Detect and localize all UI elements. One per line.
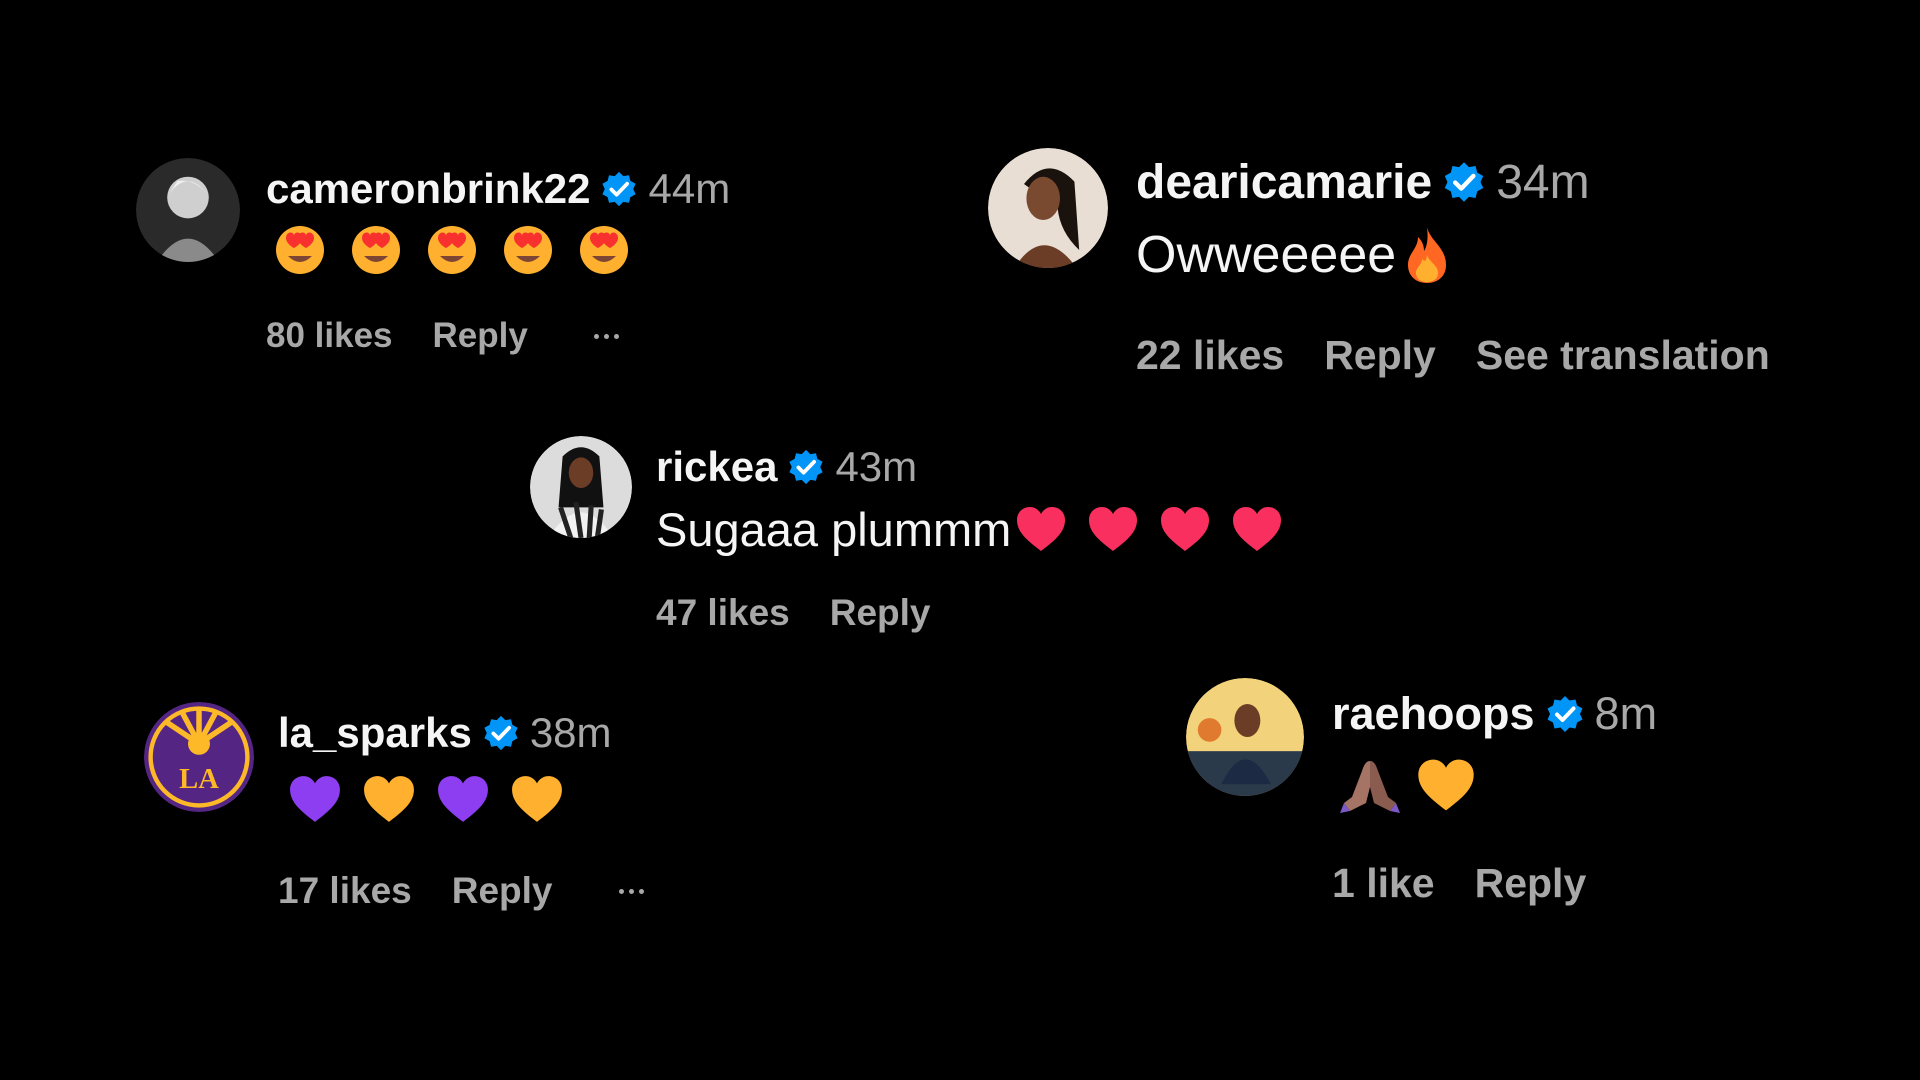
comment-text: Owweeeee (1136, 226, 1397, 284)
verified-badge-icon (482, 714, 520, 752)
avatar[interactable] (136, 158, 240, 262)
likes-count[interactable]: 1 like (1332, 860, 1435, 907)
reply-button[interactable]: Reply (1475, 860, 1587, 907)
likes-count[interactable]: 47 likes (656, 592, 790, 634)
reply-button[interactable]: Reply (452, 870, 553, 912)
more-options-icon[interactable] (593, 333, 619, 339)
yellow-heart-emoji-icon (510, 774, 564, 824)
likes-count[interactable]: 80 likes (266, 316, 393, 356)
avatar[interactable]: LA (144, 702, 254, 812)
yellow-heart-emoji-icon (362, 774, 416, 824)
verified-badge-icon (787, 448, 825, 486)
avatar[interactable] (988, 148, 1108, 268)
timestamp: 8m (1594, 688, 1658, 739)
see-translation-button[interactable]: See translation (1476, 332, 1770, 379)
heart-eyes-emoji-icon (500, 220, 556, 276)
red-heart-emoji-icon (1159, 505, 1211, 553)
purple-heart-emoji-icon (436, 774, 490, 824)
timestamp: 44m (648, 165, 731, 212)
purple-heart-emoji-icon (288, 774, 342, 824)
timestamp: 34m (1496, 155, 1590, 209)
comment-text: Sugaaa plummm (656, 502, 1012, 556)
more-options-icon[interactable] (618, 888, 644, 894)
avatar[interactable] (530, 436, 632, 538)
fire-emoji-icon (1400, 225, 1454, 285)
username[interactable]: cameronbrink22 (266, 165, 590, 213)
reply-button[interactable]: Reply (830, 592, 931, 634)
heart-eyes-emoji-icon (348, 220, 404, 276)
verified-badge-icon (1442, 160, 1486, 204)
timestamp: 38m (529, 709, 612, 756)
heart-eyes-emoji-icon (424, 220, 480, 276)
username[interactable]: la_sparks (278, 709, 472, 757)
reply-button[interactable]: Reply (433, 316, 528, 356)
verified-badge-icon (1545, 694, 1585, 734)
likes-count[interactable]: 22 likes (1136, 332, 1284, 379)
yellow-heart-emoji-icon (1416, 757, 1476, 813)
red-heart-emoji-icon (1015, 505, 1067, 553)
reply-button[interactable]: Reply (1324, 332, 1436, 379)
username[interactable]: dearicamarie (1136, 155, 1432, 210)
folded-hands-emoji-icon (1340, 757, 1400, 813)
avatar[interactable] (1186, 678, 1304, 796)
username[interactable]: raehoops (1332, 688, 1535, 740)
timestamp: 43m (835, 443, 918, 490)
likes-count[interactable]: 17 likes (278, 870, 412, 912)
verified-badge-icon (600, 170, 638, 208)
red-heart-emoji-icon (1087, 505, 1139, 553)
username[interactable]: rickea (656, 443, 777, 491)
red-heart-emoji-icon (1231, 505, 1283, 553)
heart-eyes-emoji-icon (272, 220, 328, 276)
heart-eyes-emoji-icon (576, 220, 632, 276)
svg-text:LA: LA (179, 764, 219, 795)
